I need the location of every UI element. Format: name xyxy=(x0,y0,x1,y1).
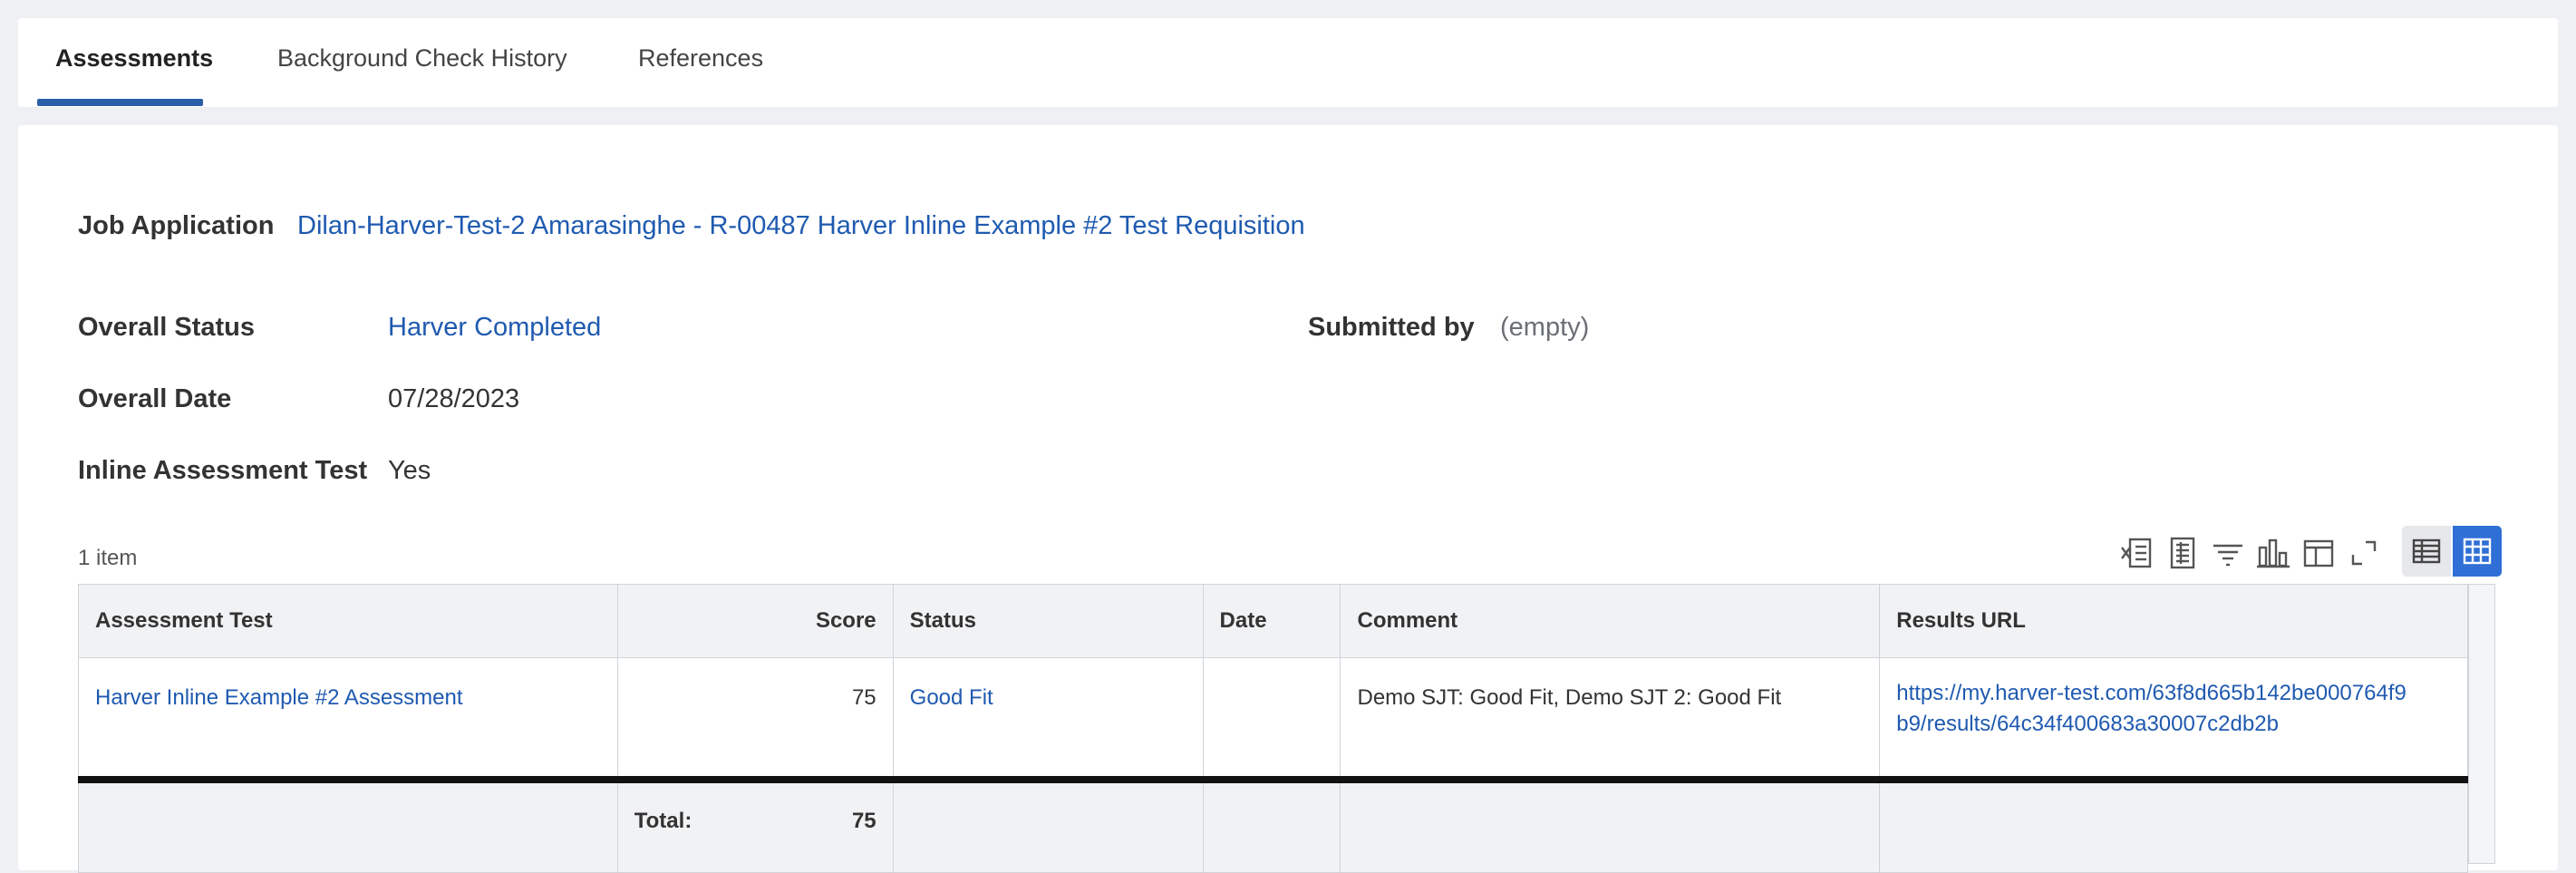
date-cell xyxy=(1202,657,1341,781)
view-toggle xyxy=(2402,526,2502,577)
table-header-row: Assessment Test Score Status Date Commen… xyxy=(78,584,2468,658)
assessment-table: Assessment Test Score Status Date Commen… xyxy=(78,584,2468,873)
tab-background-check-history[interactable]: Background Check History xyxy=(277,18,567,107)
export-pdf-icon[interactable] xyxy=(2161,529,2204,577)
chart-icon[interactable] xyxy=(2252,529,2295,577)
overall-date-value: 07/28/2023 xyxy=(388,384,520,413)
total-cell: Total: 75 xyxy=(616,776,894,873)
active-tab-indicator xyxy=(37,99,203,106)
comment-cell: Demo SJT: Good Fit, Demo SJT 2: Good Fit xyxy=(1340,657,1881,781)
tab-assessments[interactable]: Assessments xyxy=(55,18,213,107)
total-empty-cell xyxy=(1879,776,2468,873)
total-empty-cell xyxy=(1202,776,1341,873)
grid-view-icon[interactable] xyxy=(2453,526,2502,577)
total-label: Total: xyxy=(634,809,692,833)
export-excel-icon[interactable] xyxy=(2116,529,2159,577)
column-header-results-url[interactable]: Results URL xyxy=(1879,584,2468,658)
table-scroll-gutter[interactable] xyxy=(2468,584,2495,864)
overall-status-label: Overall Status xyxy=(78,313,256,342)
column-header-date[interactable]: Date xyxy=(1202,584,1341,658)
results-url-line-2[interactable]: b9/results/64c34f400683a30007c2db2b xyxy=(1896,709,2451,740)
fullscreen-icon[interactable] xyxy=(2342,529,2386,577)
score-cell: 75 xyxy=(616,657,894,781)
total-empty-cell xyxy=(78,776,618,873)
grid-toolbar xyxy=(2116,529,2387,577)
column-header-assessment-test[interactable]: Assessment Test xyxy=(78,584,618,658)
status-link[interactable]: Good Fit xyxy=(892,657,1204,781)
item-count: 1 item xyxy=(78,546,138,570)
overall-status-link[interactable]: Harver Completed xyxy=(388,313,601,343)
total-score: 75 xyxy=(851,809,876,833)
inline-assessment-test-value: Yes xyxy=(388,456,431,485)
configure-columns-icon[interactable] xyxy=(2297,529,2340,577)
inline-assessment-test-label: Inline Assessment Test xyxy=(78,456,368,485)
results-url-line-1[interactable]: https://my.harver-test.com/63f8d665b142b… xyxy=(1896,678,2451,709)
column-header-score[interactable]: Score xyxy=(616,584,894,658)
total-row: Total: 75 xyxy=(78,776,2468,873)
column-header-comment[interactable]: Comment xyxy=(1340,584,1881,658)
job-application-label: Job Application xyxy=(78,211,275,240)
tab-references[interactable]: References xyxy=(638,18,763,107)
submitted-by-label: Submitted by xyxy=(1308,313,1475,342)
table-view-icon[interactable] xyxy=(2402,526,2451,577)
tab-bar: Assessments Background Check History Ref… xyxy=(18,18,2558,107)
table-row: Harver Inline Example #2 Assessment 75 G… xyxy=(78,657,2468,781)
overall-date-label: Overall Date xyxy=(78,384,232,413)
filter-icon[interactable] xyxy=(2206,529,2250,577)
assessment-test-link[interactable]: Harver Inline Example #2 Assessment xyxy=(78,657,618,781)
total-empty-cell xyxy=(1340,776,1881,873)
column-header-status[interactable]: Status xyxy=(892,584,1204,658)
total-empty-cell xyxy=(892,776,1204,873)
submitted-by-value: (empty) xyxy=(1500,313,1590,342)
results-url-link[interactable]: https://my.harver-test.com/63f8d665b142b… xyxy=(1879,657,2468,781)
job-application-link[interactable]: Dilan-Harver-Test-2 Amarasinghe - R-0048… xyxy=(297,211,1305,241)
